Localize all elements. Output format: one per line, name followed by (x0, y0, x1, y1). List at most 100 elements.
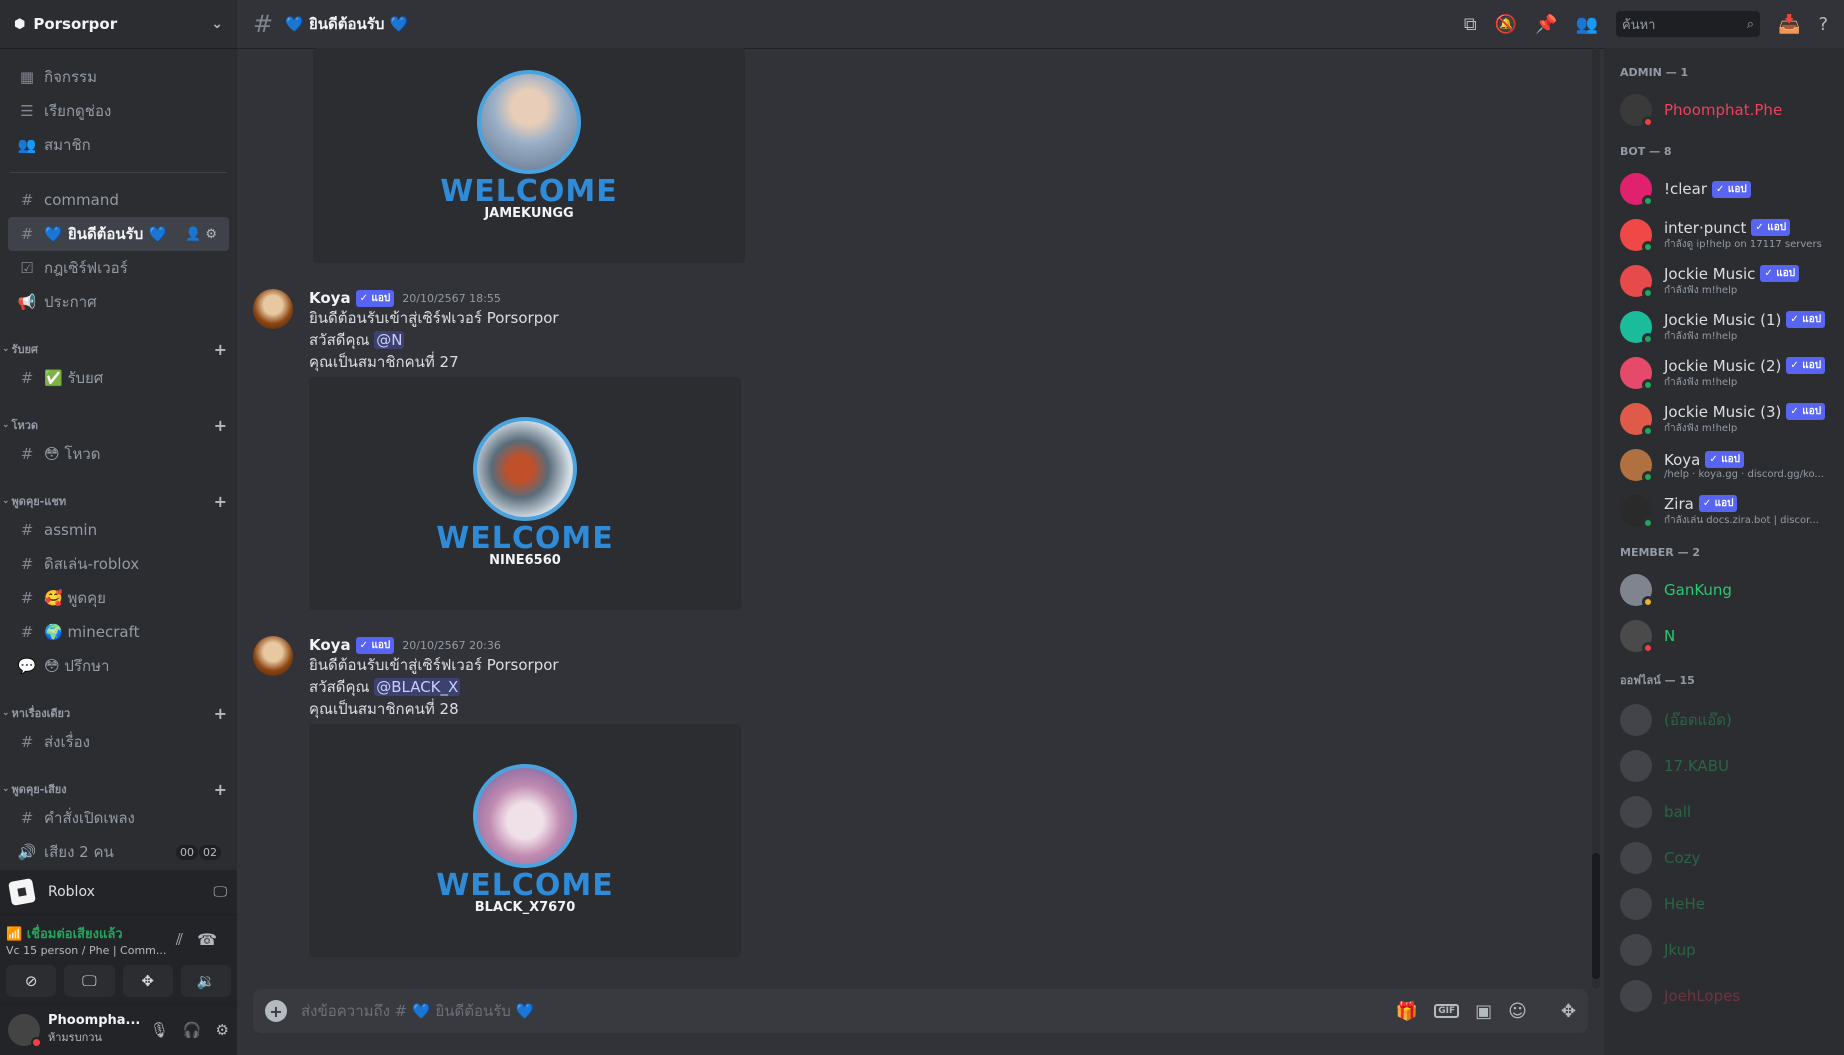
gear-icon[interactable]: ⚙ (216, 1021, 229, 1039)
scrollbar-thumb[interactable] (1592, 853, 1600, 979)
add-channel-icon[interactable]: + (214, 416, 227, 435)
notification-bell-icon[interactable]: 🔕 (1495, 14, 1517, 35)
member-item[interactable]: Jockie Music (2) ✓ แอป กำลังฟัง m!help (1620, 350, 1836, 396)
member-item[interactable]: N (1620, 613, 1836, 659)
nav-events[interactable]: ▦ กิจกรรม (8, 60, 229, 94)
gift-icon[interactable]: 🎁 (1396, 1001, 1418, 1022)
member-item[interactable]: JoehLopes (1620, 973, 1836, 1019)
channel-item[interactable]: # 🌍 minecraft (8, 615, 229, 649)
avatar (1620, 842, 1652, 874)
camera-off-button[interactable]: ⊘ (6, 965, 57, 997)
add-channel-icon[interactable]: + (214, 704, 227, 723)
channel-item[interactable]: # 😳 โหวด (8, 437, 229, 471)
avatar[interactable] (253, 289, 293, 329)
member-name: Koya (1664, 450, 1701, 469)
channel-item[interactable]: # ✅ รับยศ (8, 361, 229, 395)
channel-item[interactable]: # 🥰 พูดคุย (8, 581, 229, 615)
avatar (1620, 934, 1652, 966)
welcome-card[interactable]: WELCOME JAMEKUNGG (313, 48, 745, 263)
member-item[interactable]: Zira ✓ แอป กำลังเล่น docs.zira.bot | disco… (1620, 488, 1836, 534)
welcome-card[interactable]: WELCOME BLACK_X7670 (309, 724, 741, 957)
noise-suppression-icon[interactable]: ⫽ (176, 930, 197, 949)
hash-icon: # (20, 733, 34, 751)
composer-placeholder[interactable]: ส่งข้อความถึง # 💙 ยินดีต้อนรับ 💙 (301, 999, 1396, 1023)
category-name: พูดคุย-เสียง (11, 783, 67, 796)
headphones-icon[interactable]: 🎧 (183, 1021, 202, 1039)
category-header[interactable]: ⌄ หาเรื่องเดียว + (0, 701, 237, 725)
emoji-icon[interactable]: ☺ (1508, 1001, 1527, 1022)
channel-welcome[interactable]: # 💙 ยินดีต้อนรับ 💙 👤⚙ (8, 217, 229, 251)
voice-channel-item[interactable]: 🔊 เสียง 2 คน 00 02 (8, 835, 229, 869)
dnd-status-icon (1642, 642, 1654, 654)
microphone-icon[interactable]: 🎙 (150, 1021, 169, 1039)
members-icon: 👥 (17, 136, 37, 154)
member-list-icon[interactable]: 👥 (1576, 14, 1598, 35)
search-input[interactable]: ค้นหา ⌕ (1616, 11, 1761, 37)
category-header[interactable]: ⌄ โหวด + (0, 413, 237, 437)
message-author[interactable]: Koya (309, 289, 351, 307)
add-channel-icon[interactable]: + (214, 340, 227, 359)
member-item[interactable]: Jkup (1620, 927, 1836, 973)
member-item[interactable]: Jockie Music (3) ✓ แอป กำลังฟัง m!help (1620, 396, 1836, 442)
message-composer[interactable]: + ส่งข้อความถึง # 💙 ยินดีต้อนรับ 💙 🎁 GIF… (253, 989, 1588, 1033)
add-attachment-icon[interactable]: + (265, 1000, 287, 1022)
member-item[interactable]: (อ๊อดแอ๊ด) (1620, 697, 1836, 743)
nav-browse-channels[interactable]: ☰ เรียกดูช่อง (8, 94, 229, 128)
channel-rules[interactable]: ☑ กฎเซิร์ฟเวอร์ (8, 251, 229, 285)
share-screen-icon[interactable]: 🖵 (214, 884, 228, 900)
category-header[interactable]: ⌄ พูดคุย-เสียง + (0, 777, 237, 801)
voice-connected-label[interactable]: 📶 เชื่อมต่อเสียงแล้ว (6, 923, 166, 944)
member-item[interactable]: HeHe (1620, 881, 1836, 927)
member-item[interactable]: 17.KABU (1620, 743, 1836, 789)
sticker-icon[interactable]: ▣ (1475, 1001, 1492, 1022)
channel-item[interactable]: # คำสั่งเปิดเพลง (8, 801, 229, 835)
threads-icon[interactable]: ⧉ (1464, 14, 1477, 35)
speaker-icon: 🔊 (17, 843, 37, 861)
member-item[interactable]: Koya ✓ แอป/help · koya.gg · discord.gg/ko… (1620, 442, 1836, 488)
voice-channel-name[interactable]: Vc 15 person / Phe | Comm... (6, 944, 166, 957)
inbox-icon[interactable]: 📥 (1778, 14, 1800, 35)
server-header[interactable]: ⬢ Porsorpor ⌄ (0, 0, 237, 48)
avatar[interactable] (253, 636, 293, 676)
scrollbar[interactable] (1592, 48, 1600, 989)
member-item[interactable]: ball (1620, 789, 1836, 835)
message-line: สวัสดีคุณ @BLACK_X (309, 676, 1604, 698)
apps-icon[interactable]: ✥ (1561, 1001, 1576, 1022)
nav-members[interactable]: 👥 สมาชิก (8, 128, 229, 162)
avatar[interactable] (8, 1013, 42, 1048)
activities-button[interactable]: ✥ (122, 965, 173, 997)
channel-item[interactable]: # ส่งเรื่อง (8, 725, 229, 759)
category-header[interactable]: ⌄ รับยศ + (0, 337, 237, 361)
hash-icon: # (253, 10, 274, 38)
category-header[interactable]: ⌄ พูดคุย-แชท + (0, 489, 237, 513)
channel-announcements[interactable]: 📢 ประกาศ (8, 285, 229, 319)
add-channel-icon[interactable]: + (214, 780, 227, 799)
member-item[interactable]: inter·punct ✓ แอป กำลังดู ip!help on 17117… (1620, 212, 1836, 258)
user-mention[interactable]: @BLACK_X (374, 678, 461, 696)
member-item[interactable]: Phoomphat.Phe (1620, 87, 1836, 133)
welcome-card[interactable]: WELCOME NINE6560 (309, 377, 741, 610)
gif-icon[interactable]: GIF (1434, 1004, 1460, 1018)
user-mention[interactable]: @N (374, 331, 405, 349)
channel-item[interactable]: 💬 😳 ปรึกษา (8, 649, 229, 683)
screen-share-button[interactable]: 🖵 (64, 965, 115, 997)
help-icon[interactable]: ? (1818, 14, 1828, 35)
activity-label: Roblox (48, 884, 95, 900)
member-item[interactable]: Jockie Music (1) ✓ แอป กำลังฟัง m!help (1620, 304, 1836, 350)
add-channel-icon[interactable]: + (214, 492, 227, 511)
channel-item[interactable]: # ดิสเล่น-roblox (8, 547, 229, 581)
member-item[interactable]: !clear ✓ แอป (1620, 166, 1836, 212)
channel-item[interactable]: # assmin (8, 513, 229, 547)
channel-settings-icon[interactable]: 👤⚙ (185, 227, 221, 242)
member-item[interactable]: Jockie Music ✓ แอป กำลังฟัง m!help (1620, 258, 1836, 304)
activity-row[interactable]: Roblox 🖵 (0, 870, 237, 914)
disconnect-icon[interactable]: ☎ (197, 930, 231, 949)
soundboard-button[interactable]: 🔉 (180, 965, 231, 997)
user-name[interactable]: Phoompha... (48, 1013, 140, 1028)
member-item[interactable]: GanKung (1620, 567, 1836, 613)
message-author[interactable]: Koya (309, 636, 351, 654)
channel-command[interactable]: # command (8, 183, 229, 217)
server-icon: ⬢ (14, 16, 26, 32)
pin-icon[interactable]: 📌 (1535, 14, 1557, 35)
member-item[interactable]: Cozy (1620, 835, 1836, 881)
